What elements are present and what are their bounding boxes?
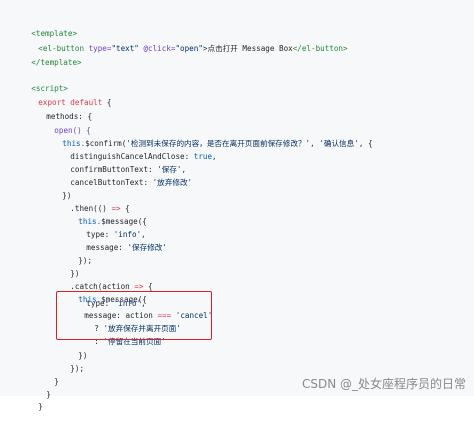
code-token: @click= — [138, 44, 176, 53]
code-token: </template> — [31, 58, 82, 67]
code-token: , — [212, 152, 217, 161]
code-line: cancelButtonText: '放弃修改' — [52, 163, 192, 187]
code-token: </el-button> — [292, 44, 348, 53]
code-block: <template> <el-button type="text" @click… — [0, 0, 474, 411]
code-token: >点击打开 Message Box — [202, 44, 293, 53]
watermark: CSDN @_处女座程序员的日常 — [301, 377, 466, 391]
code-line: }); — [52, 349, 84, 373]
highlight-box — [56, 291, 212, 340]
code-line: .then(() => { — [52, 189, 129, 213]
code-line: .catch(action => { — [52, 267, 152, 291]
code-token: true — [193, 152, 213, 161]
code-token: '保存修改' — [127, 243, 167, 252]
code-token: , — [310, 139, 320, 148]
code-line: this.$confirm('检测到未保存的内容，是否在离开页面前保存修改？',… — [44, 124, 372, 148]
code-token: '确认信息' — [319, 139, 359, 148]
code-line: <template> — [13, 14, 77, 38]
code-token: , { — [358, 139, 373, 148]
code-token: }); — [70, 364, 85, 373]
code-token: cancelButtonText: — [70, 178, 153, 187]
code-token: { — [102, 98, 112, 107]
code-line: confirmButtonText: '保存', — [52, 150, 186, 174]
code-line: </template> — [13, 43, 81, 67]
code-line: distinguishCancelAndClose: true, — [52, 137, 216, 161]
code-token: } — [54, 377, 59, 386]
code-line: open() { — [36, 111, 91, 135]
code-token: } — [38, 402, 43, 411]
code-token: } — [46, 390, 51, 399]
code-token: '放弃修改' — [152, 178, 193, 187]
code-line: type: 'info', — [68, 215, 145, 239]
code-line: } — [20, 387, 43, 411]
code-token: }); — [78, 256, 93, 265]
code-token: "open" — [175, 44, 203, 53]
code-line: this.$message({ — [60, 202, 147, 226]
code-line: export default { — [20, 83, 111, 107]
code-line: <el-button type="text" @click="open">点击打… — [20, 29, 347, 53]
code-line: <script> — [13, 69, 68, 93]
code-line: message: '保存修改' — [68, 228, 167, 252]
code-line: }) — [44, 176, 71, 200]
code-line: }) — [52, 254, 79, 278]
code-token: type= — [84, 44, 112, 53]
code-line: }); — [60, 241, 92, 265]
code-line: } — [36, 362, 59, 386]
code-line: methods: { — [28, 97, 92, 121]
code-token: "text" — [111, 44, 139, 53]
code-token: message: — [86, 243, 128, 252]
